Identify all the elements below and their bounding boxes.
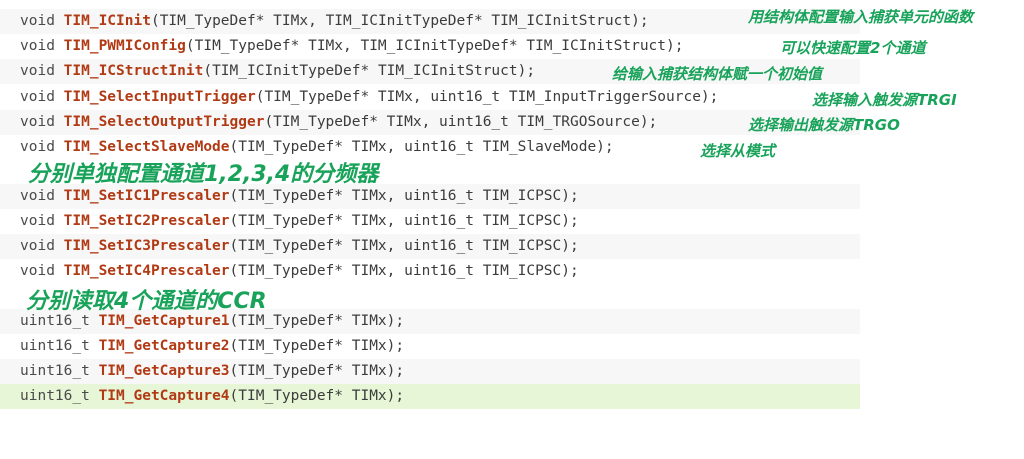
parameter-list: (TIM_ICInitTypeDef* TIM_ICInitStruct); (203, 63, 536, 79)
function-name: TIM_GetCapture1 (98, 313, 230, 329)
function-name: TIM_SelectSlaveMode (63, 139, 230, 155)
return-type: uint16_t (20, 388, 99, 404)
return-type: void (20, 114, 64, 130)
return-type: void (20, 188, 64, 204)
code-line[interactable]: void TIM_ICInit(TIM_TypeDef* TIMx, TIM_I… (0, 9, 860, 34)
function-name: TIM_ICInit (63, 13, 151, 29)
annotation-ic-init: 用结构体配置输入捕获单元的函数 (748, 8, 974, 26)
code-line[interactable]: uint16_t TIM_GetCapture3(TIM_TypeDef* TI… (0, 359, 860, 384)
parameter-list: (TIM_TypeDef* TIMx, uint16_t TIM_InputTr… (255, 89, 719, 105)
parameter-list: (TIM_TypeDef* TIMx); (229, 313, 405, 329)
annotation-slave-mode: 选择从模式 (700, 142, 776, 160)
return-type: uint16_t (20, 313, 99, 329)
annotation-input-trigger: 选择输入触发源TRGI (812, 91, 957, 109)
return-type: void (20, 13, 64, 29)
parameter-list: (TIM_TypeDef* TIMx, uint16_t TIM_ICPSC); (229, 188, 579, 204)
parameter-list: (TIM_TypeDef* TIMx, uint16_t TIM_SlaveMo… (229, 139, 614, 155)
parameter-list: (TIM_TypeDef* TIMx, TIM_ICInitTypeDef* T… (150, 13, 649, 29)
parameter-list: (TIM_TypeDef* TIMx); (229, 388, 405, 404)
code-line[interactable]: void TIM_SetIC3Prescaler(TIM_TypeDef* TI… (0, 234, 860, 259)
function-name: TIM_SetIC2Prescaler (63, 213, 230, 229)
return-type: void (20, 139, 64, 155)
function-name: TIM_SetIC4Prescaler (63, 263, 230, 279)
code-editor[interactable]: void TIM_ICInit(TIM_TypeDef* TIMx, TIM_I… (0, 0, 1024, 417)
function-name: TIM_SelectOutputTrigger (63, 114, 265, 130)
parameter-list: (TIM_TypeDef* TIMx); (229, 338, 405, 354)
code-line[interactable]: uint16_t TIM_GetCapture2(TIM_TypeDef* TI… (0, 334, 860, 359)
return-type: void (20, 213, 64, 229)
function-name: TIM_GetCapture2 (98, 338, 230, 354)
annotation-prescaler-group: 分别单独配置通道1,2,3,4的分频器 (28, 162, 379, 187)
current-code-line[interactable]: uint16_t TIM_GetCapture4(TIM_TypeDef* TI… (0, 384, 860, 409)
function-name: TIM_SetIC3Prescaler (63, 238, 230, 254)
parameter-list: (TIM_TypeDef* TIMx, uint16_t TIM_TRGOSou… (264, 114, 658, 130)
function-name: TIM_SetIC1Prescaler (63, 188, 230, 204)
parameter-list: (TIM_TypeDef* TIMx, uint16_t TIM_ICPSC); (229, 263, 579, 279)
return-type: uint16_t (20, 338, 99, 354)
annotation-pwmi-config: 可以快速配置2个通道 (780, 39, 926, 57)
code-line[interactable]: void TIM_PWMIConfig(TIM_TypeDef* TIMx, T… (0, 34, 860, 59)
function-name: TIM_SelectInputTrigger (63, 89, 256, 105)
annotation-ic-struct-init: 给输入捕获结构体赋一个初始值 (612, 65, 823, 83)
return-type: void (20, 38, 64, 54)
parameter-list: (TIM_TypeDef* TIMx, TIM_ICInitTypeDef* T… (185, 38, 684, 54)
return-type: void (20, 63, 64, 79)
code-line[interactable]: void TIM_SetIC4Prescaler(TIM_TypeDef* TI… (0, 259, 860, 284)
parameter-list: (TIM_TypeDef* TIMx, uint16_t TIM_ICPSC); (229, 213, 579, 229)
function-name: TIM_PWMIConfig (63, 38, 186, 54)
code-line[interactable]: void TIM_SetIC2Prescaler(TIM_TypeDef* TI… (0, 209, 860, 234)
annotation-capture-group: 分别读取4个通道的CCR (26, 289, 267, 314)
return-type: void (20, 238, 64, 254)
parameter-list: (TIM_TypeDef* TIMx); (229, 363, 405, 379)
function-name: TIM_ICStructInit (63, 63, 204, 79)
function-name: TIM_GetCapture3 (98, 363, 230, 379)
return-type: void (20, 89, 64, 105)
code-line[interactable]: void TIM_SelectOutputTrigger(TIM_TypeDef… (0, 110, 860, 135)
parameter-list: (TIM_TypeDef* TIMx, uint16_t TIM_ICPSC); (229, 238, 579, 254)
code-line[interactable]: void TIM_SelectInputTrigger(TIM_TypeDef*… (0, 85, 860, 110)
function-name: TIM_GetCapture4 (98, 388, 230, 404)
annotation-output-trigger: 选择输出触发源TRGO (748, 116, 900, 134)
return-type: void (20, 263, 64, 279)
return-type: uint16_t (20, 363, 99, 379)
